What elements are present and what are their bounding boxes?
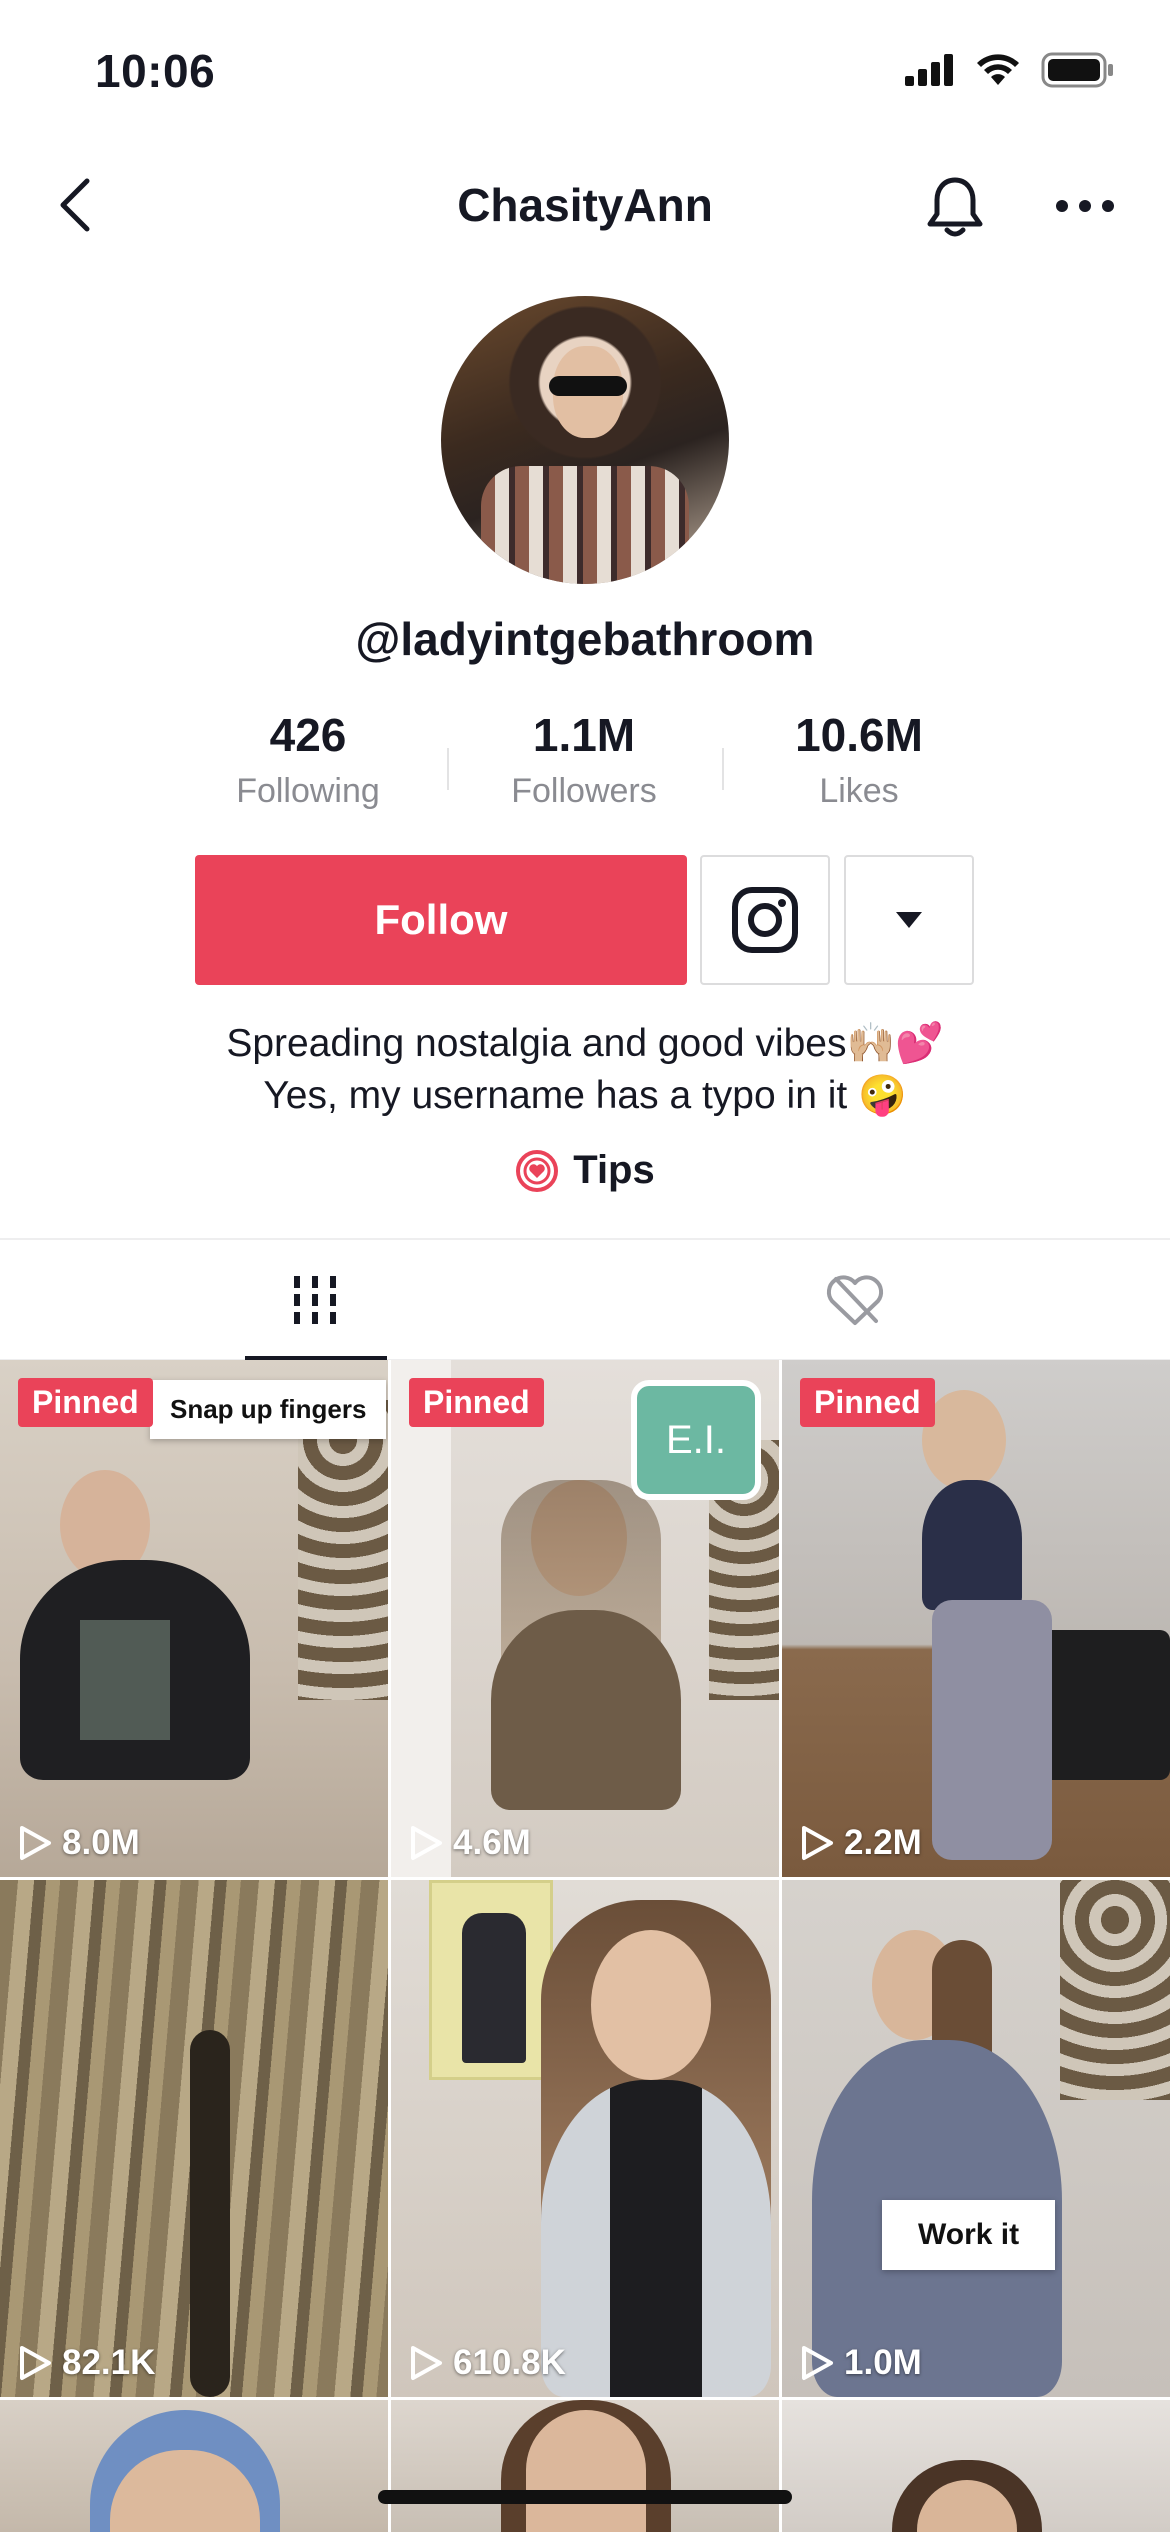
video-sticker: Snap up fingers (150, 1380, 387, 1439)
bio: Spreading nostalgia and good vibes🙌🏼💕 Ye… (0, 1018, 1170, 1122)
nav-bar: ChasityAnn (0, 160, 1170, 250)
play-icon (411, 2346, 442, 2380)
view-count: 8.0M (18, 1823, 140, 1863)
follow-button[interactable]: Follow (195, 855, 687, 985)
stat-label: Following (236, 772, 380, 810)
stat-value: 10.6M (795, 709, 923, 761)
tips-label: Tips (573, 1148, 655, 1192)
door (391, 1360, 451, 1877)
stat-label: Likes (819, 772, 899, 810)
inset-person (462, 1913, 526, 2063)
instagram-button[interactable] (700, 855, 830, 985)
wall-art (1060, 1880, 1170, 2100)
video-sticker: Work it (882, 2200, 1056, 2270)
tips-icon (516, 1149, 559, 1192)
view-count: 4.6M (409, 1823, 531, 1863)
profile-actions: Follow (0, 855, 1170, 985)
video-tile[interactable] (782, 2400, 1170, 2532)
video-tile[interactable]: Work it 1.0M (782, 1880, 1170, 2397)
caret-down-icon (896, 912, 922, 928)
view-count-value: 2.2M (844, 1823, 922, 1862)
pinned-badge: Pinned (18, 1378, 153, 1427)
pinned-badge: Pinned (800, 1378, 935, 1427)
view-count: 82.1K (18, 2343, 155, 2383)
video-tile[interactable]: Snap up fingers Pinned 8.0M (0, 1360, 388, 1877)
inset-video (429, 1880, 553, 2080)
status-icons (905, 52, 1115, 88)
view-count: 610.8K (409, 2343, 566, 2383)
view-count-value: 1.0M (844, 2343, 922, 2382)
video-tile[interactable]: 82.1K (0, 1880, 388, 2397)
wall-art (298, 1400, 388, 1700)
shirt-graphic (80, 1620, 170, 1740)
username: @ladyintgebathroom (355, 613, 815, 665)
avatar-photo-shirt (481, 466, 689, 584)
profile-tabs (0, 1238, 1170, 1361)
play-icon (802, 1826, 833, 1860)
grid-videos-icon (294, 1276, 336, 1324)
video-thumbnail-person (591, 1930, 711, 2080)
play-icon (802, 2346, 833, 2380)
speech-bubble-sticker: E.I. (631, 1380, 761, 1500)
stat-label: Followers (511, 772, 657, 810)
video-thumbnail-body (541, 2080, 771, 2397)
bio-line: Yes, my username has a typo in it 🤪 (263, 1074, 907, 1117)
play-icon (20, 2346, 51, 2380)
stat-value: 1.1M (532, 709, 636, 761)
play-icon (20, 1826, 51, 1860)
video-tile[interactable] (0, 2400, 388, 2532)
tab-liked-videos[interactable] (785, 1240, 925, 1360)
view-count-value: 610.8K (453, 2343, 566, 2382)
bell-icon (927, 177, 983, 237)
wifi-icon (977, 54, 1019, 85)
curtain-gap (190, 2030, 230, 2397)
home-indicator[interactable] (378, 2490, 792, 2504)
instagram-icon (732, 887, 798, 953)
tips-link[interactable]: Tips (0, 1148, 1170, 1193)
stat-value: 426 (269, 709, 347, 761)
video-tile[interactable]: 610.8K (391, 1880, 779, 2397)
video-tile[interactable]: Pinned 2.2M (782, 1360, 1170, 1877)
more-options-button[interactable] (1045, 166, 1125, 246)
view-count: 1.0M (800, 2343, 922, 2383)
view-count-value: 8.0M (62, 1823, 140, 1862)
view-count-value: 82.1K (62, 2343, 156, 2382)
video-thumbnail-body (491, 1610, 681, 1810)
stat-following[interactable]: 426 Following (173, 708, 443, 811)
stat-followers[interactable]: 1.1M Followers (449, 708, 719, 811)
battery-icon (1041, 52, 1113, 88)
hidden-heart-icon (826, 1275, 884, 1325)
pants (932, 1600, 1052, 1860)
status-time: 10:06 (95, 45, 216, 97)
notifications-button[interactable] (915, 166, 995, 246)
tab-videos[interactable] (245, 1240, 385, 1360)
avatar-photo-glasses (549, 376, 627, 396)
video-thumbnail-person (526, 2410, 646, 2532)
play-icon (411, 1826, 442, 1860)
video-thumbnail-body (922, 1480, 1022, 1610)
pinned-badge: Pinned (409, 1378, 544, 1427)
stat-likes[interactable]: 10.6M Likes (724, 708, 994, 811)
bio-line: Spreading nostalgia and good vibes🙌🏼💕 (226, 1022, 944, 1065)
view-count: 2.2M (800, 1823, 922, 1863)
video-tile[interactable]: E.I. Pinned 4.6M (391, 1360, 779, 1877)
suggested-accounts-button[interactable] (844, 855, 974, 985)
signal-icon (905, 54, 953, 86)
view-count-value: 4.6M (453, 1823, 531, 1862)
status-bar: 10:06 (0, 0, 1170, 140)
video-tile[interactable] (391, 2400, 779, 2532)
avatar[interactable] (441, 296, 729, 584)
more-dots-icon (1056, 200, 1114, 212)
profile-stats: 426 Following 1.1M Followers 10.6M Likes (0, 708, 1170, 818)
